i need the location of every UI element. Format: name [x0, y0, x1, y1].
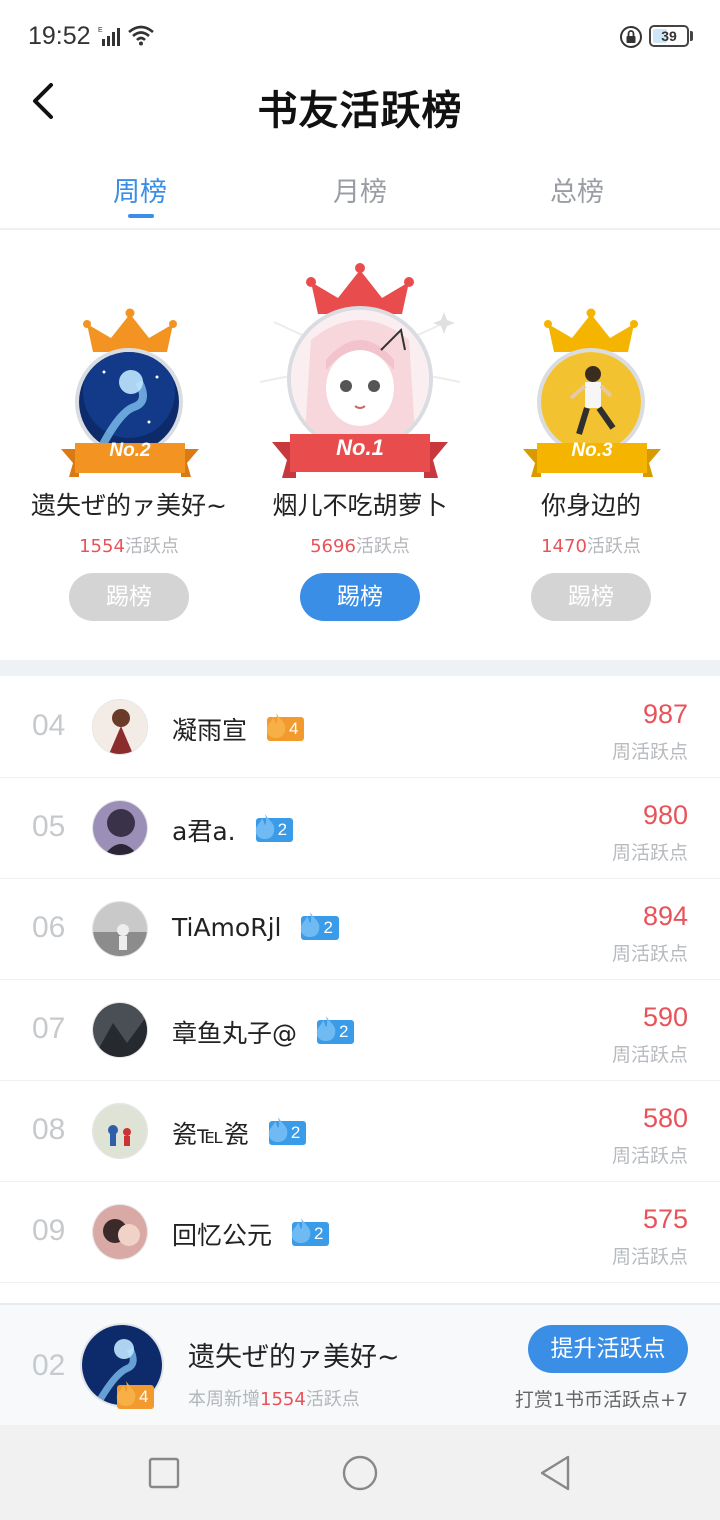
tab-weekly[interactable]: 周榜 [60, 170, 220, 209]
home-icon[interactable] [340, 1453, 380, 1493]
top-three-podium: No.2 遗失ぜ的ァ美好~ 1554活跃点 踢榜 No.1 烟儿不吃胡萝卜 56… [0, 232, 720, 660]
score-label: 周活跃点 [611, 943, 688, 965]
user-name: a君a. [172, 817, 236, 846]
level-badge: 2 [255, 814, 294, 842]
list-item[interactable]: 05 a君a. 2 980 周活跃点 [0, 778, 720, 879]
rank-number: 09 [32, 1214, 66, 1247]
level-badge: 4 [116, 1381, 155, 1409]
rank-number: 07 [32, 1012, 66, 1045]
score-value: 590 [642, 1002, 688, 1032]
flame-icon [291, 1218, 311, 1243]
kick-button[interactable]: 踢榜 [69, 573, 189, 621]
system-nav-bar [0, 1425, 720, 1520]
level-badge: 2 [316, 1016, 355, 1044]
score-value: 980 [642, 800, 688, 830]
user-name: TiAmoRjl [172, 913, 282, 942]
avatar[interactable] [92, 901, 148, 957]
battery-icon: 39 [649, 25, 689, 47]
screen-lock-icon [620, 26, 642, 48]
score-label: 周活跃点 [611, 741, 688, 763]
flame-icon [255, 814, 274, 839]
avatar[interactable] [92, 1103, 148, 1159]
avatar[interactable] [92, 800, 148, 856]
rank-number: 08 [32, 1113, 66, 1146]
boost-activity-button[interactable]: 提升活跃点 [528, 1325, 688, 1373]
score-label: 周活跃点 [611, 1044, 688, 1066]
my-rank-bar: 02 4 遗失ぜ的ァ美好~ 本周新增1554活跃点 提升活跃点 打赏1书币活跃点… [0, 1303, 720, 1425]
avatar[interactable] [92, 699, 148, 755]
user-name: 回忆公元 [172, 1221, 273, 1250]
rank-list: 04 凝雨宣 4 987 周活跃点 05 a君a. 2 980 周活跃点 06 … [0, 677, 720, 1283]
score-value: 575 [642, 1204, 688, 1234]
podium-second: No.2 遗失ぜ的ァ美好~ 1554活跃点 踢榜 [9, 232, 249, 660]
level-badge: 2 [291, 1218, 330, 1246]
rank-number: 04 [32, 709, 66, 742]
recent-apps-icon[interactable] [144, 1453, 184, 1493]
my-weekly-points: 本周新增1554活跃点 [188, 1389, 360, 1410]
podium-points: 1470活跃点 [541, 536, 641, 557]
avatar[interactable] [92, 1002, 148, 1058]
podium-name: 烟儿不吃胡萝卜 [272, 491, 448, 520]
user-name: 章鱼丸子@ [172, 1019, 298, 1048]
score-value: 580 [642, 1103, 688, 1133]
active-tab-indicator [128, 214, 154, 218]
podium-name: 你身边的 [540, 491, 641, 520]
podium-name: 遗失ぜ的ァ美好~ [31, 491, 227, 520]
status-bar: 19:52 E 39 [0, 0, 720, 70]
podium-points: 5696活跃点 [310, 536, 410, 557]
status-time: 19:52 [28, 22, 91, 50]
level-badge: 2 [301, 911, 339, 940]
podium-third: No.3 你身边的 1470活跃点 踢榜 [471, 232, 711, 660]
podium-points: 1554活跃点 [79, 536, 179, 557]
list-item[interactable]: 07 章鱼丸子@ 2 590 周活跃点 [0, 980, 720, 1081]
rank-number: 06 [32, 911, 66, 944]
list-item[interactable]: 08 瓷℡瓷 2 580 周活跃点 [0, 1081, 720, 1182]
level-badge: 2 [268, 1117, 307, 1145]
signal-icon: E [98, 27, 120, 46]
flame-icon [116, 1381, 136, 1406]
score-value: 894 [642, 901, 688, 931]
back-nav-icon[interactable] [536, 1453, 576, 1493]
my-rank-number: 02 [32, 1349, 66, 1382]
flame-icon [268, 1117, 288, 1142]
flame-icon [316, 1016, 336, 1041]
flame-icon [266, 713, 286, 738]
flame-icon [301, 911, 320, 937]
list-item[interactable]: 09 回忆公元 2 575 周活跃点 [0, 1182, 720, 1283]
list-item[interactable]: 06 TiAmoRjl 2 894 周活跃点 [0, 879, 720, 980]
kick-button[interactable]: 踢榜 [531, 573, 651, 621]
page-title: 书友活跃榜 [257, 87, 463, 134]
tab-bar: 周榜 月榜 总榜 [0, 150, 720, 230]
rank-number: 05 [32, 810, 66, 843]
list-item[interactable]: 04 凝雨宣 4 987 周活跃点 [0, 677, 720, 778]
section-divider [0, 660, 720, 676]
score-label: 周活跃点 [611, 842, 688, 864]
user-name: 凝雨宣 [172, 716, 248, 745]
score-value: 987 [642, 699, 688, 729]
wifi-icon [128, 25, 154, 46]
tab-monthly[interactable]: 月榜 [280, 170, 440, 209]
level-badge: 4 [266, 713, 305, 741]
tab-total[interactable]: 总榜 [497, 170, 657, 209]
user-name: 瓷℡瓷 [172, 1120, 249, 1149]
reward-hint: 打赏1书币活跃点+7 [514, 1389, 688, 1411]
svg-text:E: E [98, 27, 103, 34]
avatar[interactable] [92, 1204, 148, 1260]
my-name: 遗失ぜ的ァ美好~ [188, 1342, 400, 1373]
rank-label: No.2 [109, 440, 151, 461]
podium-first: No.1 烟儿不吃胡萝卜 5696活跃点 踢榜 [240, 232, 480, 660]
kick-button[interactable]: 踢榜 [300, 573, 420, 621]
score-label: 周活跃点 [611, 1246, 688, 1268]
score-label: 周活跃点 [611, 1145, 688, 1167]
rank-label: No.1 [336, 435, 384, 460]
rank-label: No.3 [571, 440, 613, 461]
